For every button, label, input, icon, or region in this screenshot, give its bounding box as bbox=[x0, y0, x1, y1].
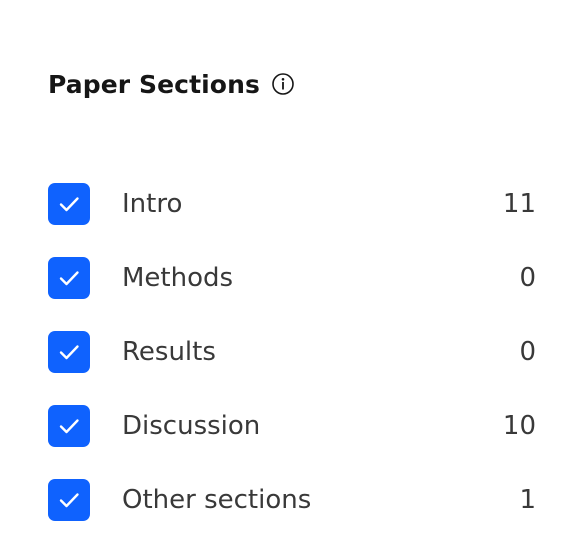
section-checkbox[interactable] bbox=[48, 257, 90, 299]
section-row-other-sections[interactable]: Other sections 1 bbox=[48, 463, 536, 537]
checkmark-icon bbox=[59, 493, 79, 508]
section-filter-list: Intro 11 Methods 0 Results 0 Discussion … bbox=[48, 167, 536, 537]
section-checkbox[interactable] bbox=[48, 405, 90, 447]
section-label: Intro bbox=[122, 189, 183, 219]
section-row-discussion[interactable]: Discussion 10 bbox=[48, 389, 536, 463]
checkmark-icon bbox=[59, 419, 79, 434]
section-count: 11 bbox=[502, 189, 536, 219]
section-count: 10 bbox=[502, 411, 536, 441]
section-row-results[interactable]: Results 0 bbox=[48, 315, 536, 389]
checkmark-icon bbox=[59, 197, 79, 212]
paper-sections-panel: Paper Sections Intro 11 Methods 0 Result… bbox=[0, 0, 570, 551]
section-count: 0 bbox=[519, 337, 536, 367]
section-row-intro[interactable]: Intro 11 bbox=[48, 167, 536, 241]
section-label: Other sections bbox=[122, 485, 312, 515]
section-checkbox[interactable] bbox=[48, 183, 90, 225]
section-checkbox[interactable] bbox=[48, 331, 90, 373]
section-label: Methods bbox=[122, 263, 234, 293]
section-count: 0 bbox=[519, 263, 536, 293]
section-row-methods[interactable]: Methods 0 bbox=[48, 241, 536, 315]
panel-header: Paper Sections bbox=[48, 64, 295, 104]
section-checkbox[interactable] bbox=[48, 479, 90, 521]
checkmark-icon bbox=[59, 345, 79, 360]
panel-title: Paper Sections bbox=[48, 69, 260, 99]
checkmark-icon bbox=[59, 271, 79, 286]
section-label: Discussion bbox=[122, 411, 261, 441]
info-icon[interactable] bbox=[271, 72, 295, 96]
section-label: Results bbox=[122, 337, 216, 367]
section-count: 1 bbox=[519, 485, 536, 515]
